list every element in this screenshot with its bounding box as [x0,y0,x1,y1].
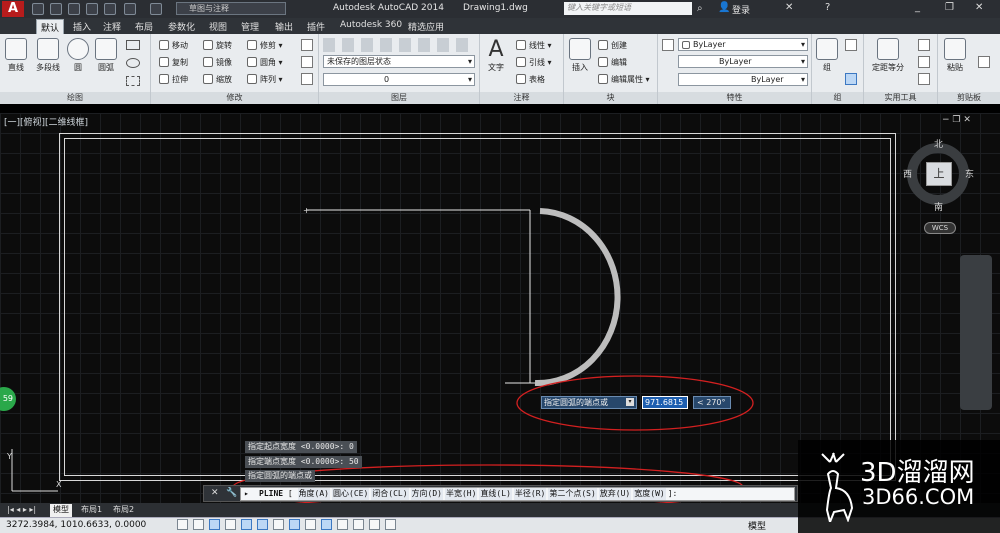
dynamic-input-angle[interactable]: < 270° [693,396,731,409]
tab-model[interactable]: 模型 [50,504,72,517]
dynamic-input-prompt: 指定圆弧的端点或 ▾ [541,396,637,409]
object-snap-tracking-icon[interactable] [289,519,300,530]
cmd-option-undo[interactable]: 放弃(U) [598,488,632,500]
watermark-name: 3D溜溜网 [860,458,975,488]
quick-properties-icon[interactable] [369,519,380,530]
cmd-option-width[interactable]: 宽度(W) [633,488,666,500]
cmd-option-angle[interactable]: 角度(A) [297,488,330,500]
polar-tracking-icon[interactable] [241,519,252,530]
ortho-mode-icon[interactable] [225,519,236,530]
recent-commands-icon[interactable]: ▸ [244,488,249,500]
cmd-option-close[interactable]: 闭合(CL) [371,488,409,500]
dynamic-input-icon[interactable] [321,519,332,530]
deer-logo-icon [821,452,854,522]
coordinate-readout: 3272.3984, 1010.6633, 0.0000 [6,520,147,530]
allow-ucs-icon[interactable] [305,519,316,530]
dynamic-input-distance[interactable]: 971.6815 [642,396,688,409]
navigation-bar[interactable] [960,255,992,410]
customize-command-icon[interactable]: 🔧 [226,488,237,498]
command-history-line: 指定起点宽度 <0.0000>: 0 [245,441,357,453]
command-history-line: 指定端点宽度 <0.0000>: 50 [245,456,362,468]
command-tail: ]: [667,489,678,498]
command-name: PLINE [259,489,284,498]
transparency-icon[interactable] [353,519,364,530]
command-history-line: 指定圆弧的端点或 [245,470,315,482]
cmd-option-line[interactable]: 直线(L) [479,488,512,500]
compass-east[interactable]: 东 [965,167,974,180]
tab-layout2[interactable]: 布局2 [110,504,137,517]
command-input[interactable]: ▸ PLINE [ 角度(A) 圆心(CE) 闭合(CL) 方向(D) 半宽(H) 直线(… [240,487,795,501]
viewcube[interactable]: 上 [926,162,952,186]
svg-text:Y: Y [6,452,12,461]
compass-west[interactable]: 西 [903,167,912,180]
cmd-option-direction[interactable]: 方向(D) [410,488,443,500]
svg-text:X: X [56,480,62,489]
ucs-icon: YX [6,449,62,492]
cmd-option-second-point[interactable]: 第二个点(S) [548,488,597,500]
dynamic-input-text: 指定圆弧的端点或 [544,398,608,407]
cmd-option-center[interactable]: 圆心(CE) [332,488,370,500]
watermark-url: 3D66.COM [862,485,975,509]
selection-cycling-icon[interactable] [385,519,396,530]
grid-display-icon[interactable] [209,519,220,530]
snap-mode-icon[interactable] [193,519,204,530]
infer-constraints-icon[interactable] [177,519,188,530]
close-command-icon[interactable]: ✕ [211,488,219,498]
dynamic-input-down-icon[interactable]: ▾ [626,398,634,406]
cmd-option-radius[interactable]: 半径(R) [513,488,547,500]
lineweight-icon[interactable] [337,519,348,530]
compass-south[interactable]: 南 [934,200,943,213]
object-snap-icon[interactable] [257,519,268,530]
tab-layout1[interactable]: 布局1 [78,504,105,517]
cmd-option-halfwidth[interactable]: 半宽(H) [444,488,478,500]
3d-osnap-icon[interactable] [273,519,284,530]
model-space-toggle[interactable]: 模型 [748,519,766,532]
layout-nav-icon[interactable]: |◂ ◂ ▸ ▸| [4,504,39,517]
compass-north[interactable]: 北 [934,137,943,150]
wcs-menu[interactable]: WCS [924,222,956,234]
